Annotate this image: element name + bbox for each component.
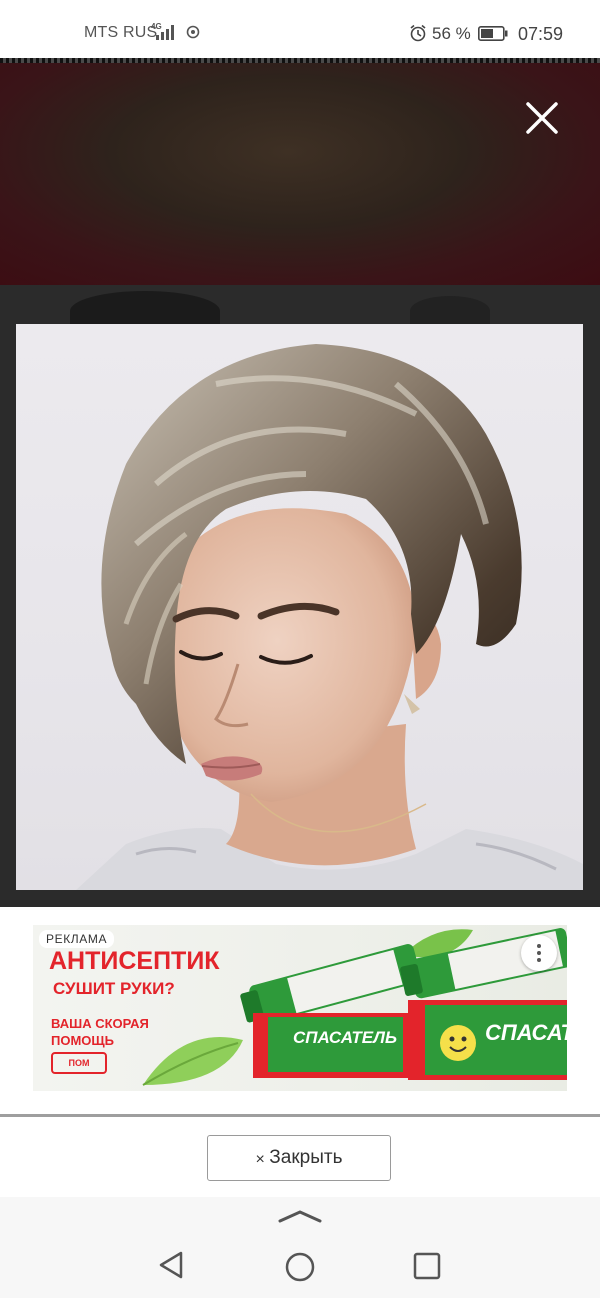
recents-icon[interactable] (413, 1252, 441, 1280)
ad-question: СУШИТ РУКИ? (53, 979, 175, 998)
product-name: СПАСАТЕЛЬ (293, 1028, 397, 1047)
ad-tagline: ВАША СКОРАЯ ПОМОЩЬ (51, 1016, 149, 1048)
clock: 07:59 (518, 24, 564, 44)
ad-banner[interactable]: СПАСАТЕЛЬ СПАСАТЕЛЬ РЕКЛАМА АНТИСЕПТИК С… (33, 925, 567, 1091)
home-icon[interactable] (284, 1251, 316, 1283)
close-ad-section: × Закрыть (0, 1117, 600, 1197)
background-hair-shape (410, 296, 490, 326)
battery-percent: 56 % (432, 24, 471, 43)
carrier-name: MTS RUS (84, 24, 158, 41)
advertisement-section: СПАСАТЕЛЬ СПАСАТЕЛЬ РЕКЛАМА АНТИСЕПТИК С… (0, 907, 600, 1114)
hotspot-icon (186, 25, 200, 39)
network-type: 4G (151, 22, 162, 31)
hairstyle-photo[interactable] (16, 324, 583, 890)
navigation-bar (0, 1197, 600, 1298)
close-icon: × (255, 1151, 265, 1168)
close-ad-button[interactable]: × Закрыть (207, 1135, 391, 1181)
brand-logo: ПОМ (51, 1052, 107, 1074)
image-viewer (0, 58, 600, 907)
ad-label: РЕКЛАМА (39, 930, 115, 948)
back-icon[interactable] (157, 1250, 185, 1280)
battery-icon (478, 26, 508, 41)
chevron-up-icon[interactable] (278, 1209, 322, 1223)
background-photo (0, 63, 600, 285)
close-icon[interactable] (522, 98, 562, 138)
ad-headline: АНТИСЕПТИК (49, 947, 220, 975)
status-bar: MTS RUS 4G 56 % 07:59 (0, 0, 600, 58)
product-name: СПАСАТЕЛЬ (485, 1020, 567, 1045)
close-ad-label: Закрыть (269, 1147, 343, 1168)
woman-portrait-illustration (76, 344, 583, 890)
more-vert-icon[interactable] (521, 935, 557, 971)
alarm-icon (410, 24, 426, 42)
